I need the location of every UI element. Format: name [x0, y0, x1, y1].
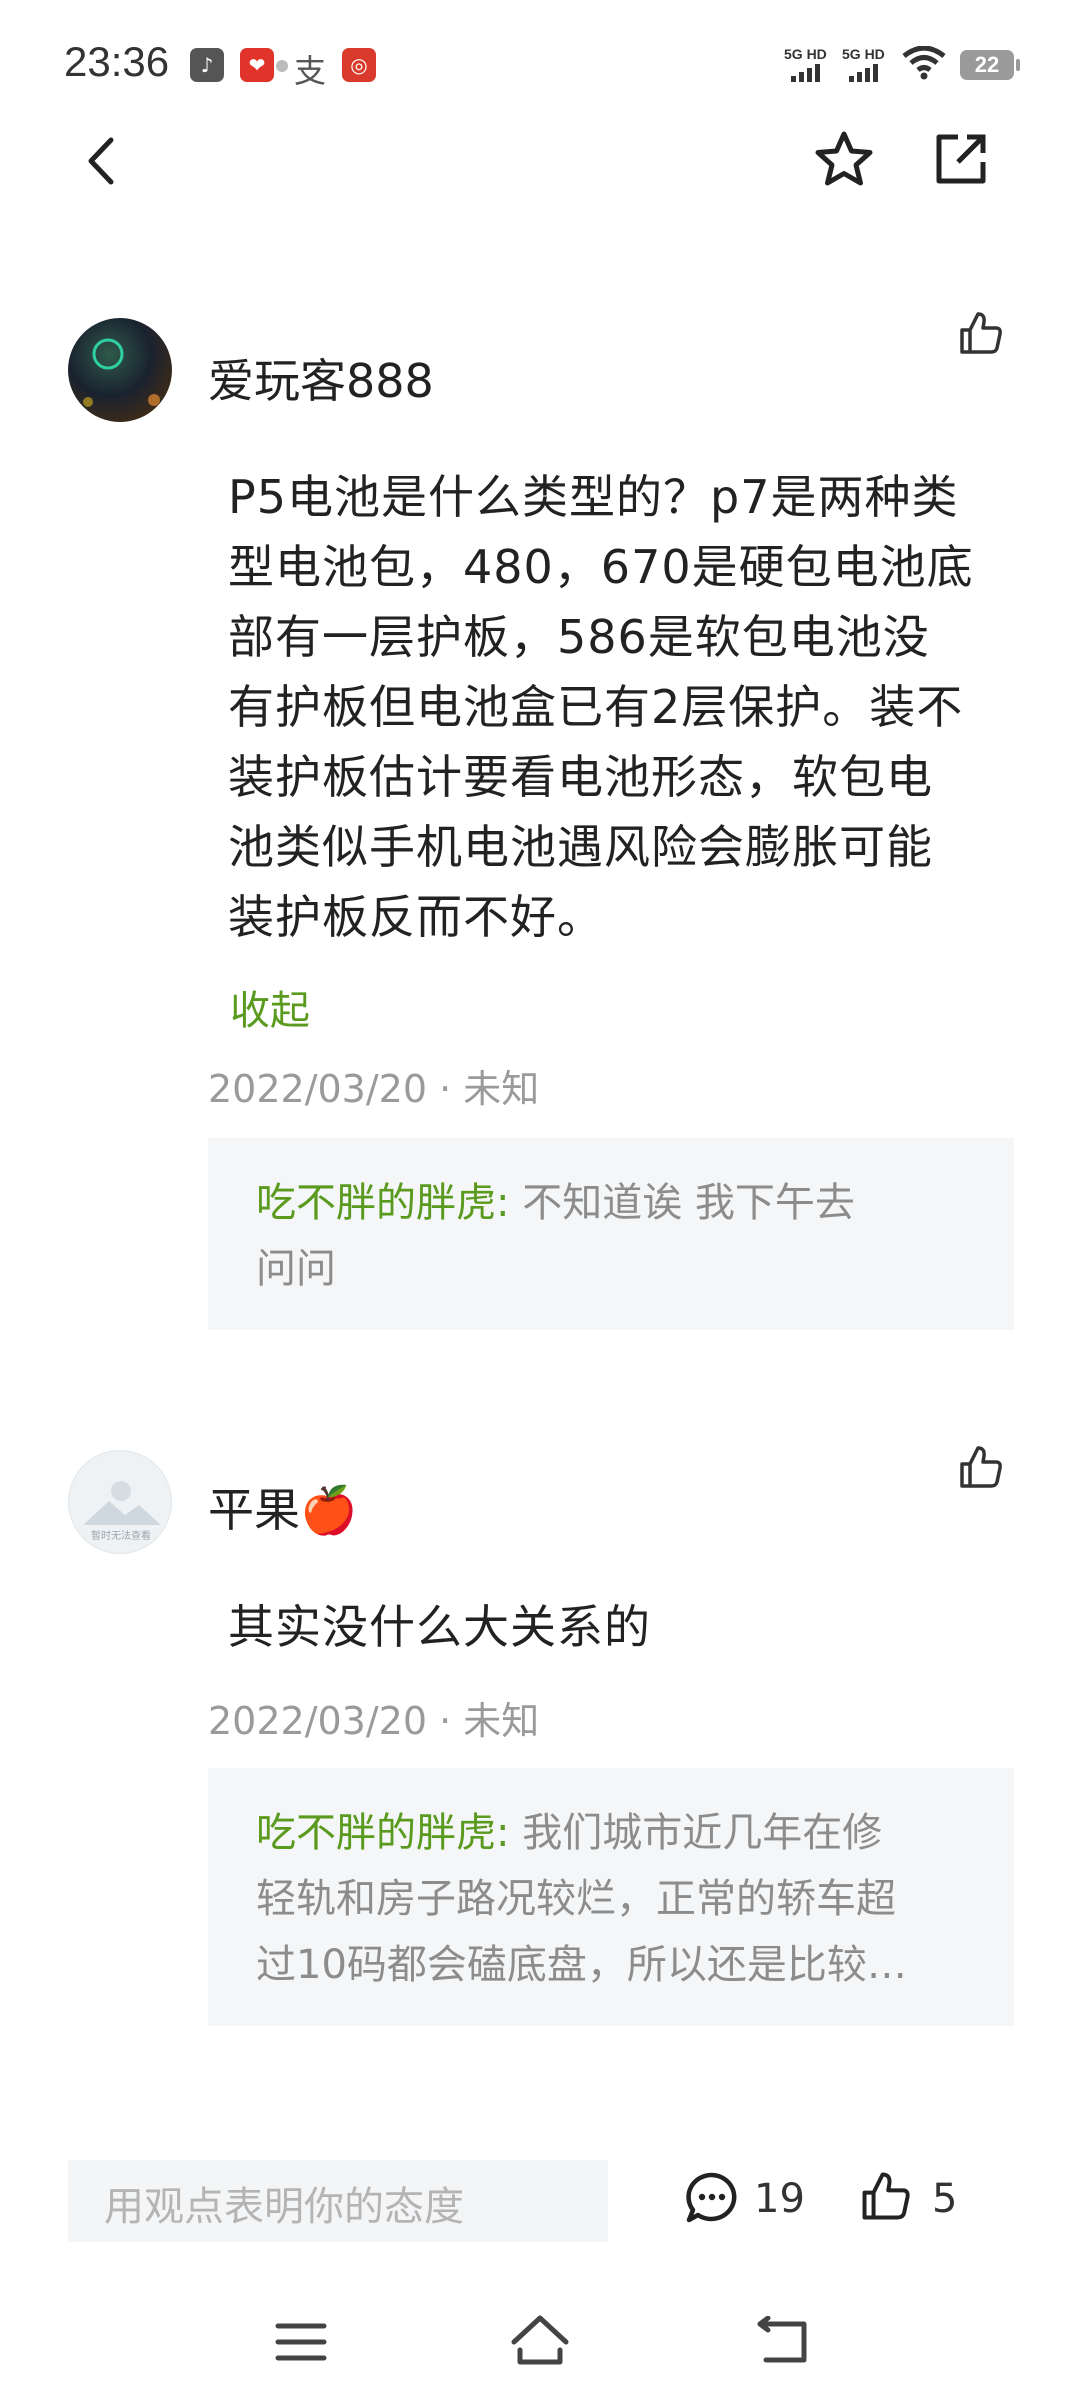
reply-content: 吃不胖的胖虎: 我们城市近几年在修 轻轨和房子路况较烂，正常的轿车超 过10码都…: [256, 1800, 996, 1998]
battery-indicator: 22: [960, 50, 1020, 80]
comment-text: P5电池是什么类型的？p7是两种类 型电池包，480，670是硬包电池底 部有一…: [228, 462, 1028, 952]
reply-box[interactable]: 吃不胖的胖虎: 我们城市近几年在修 轻轨和房子路况较烂，正常的轿车超 过10码都…: [208, 1768, 1014, 2026]
comment-count: 19: [754, 2176, 805, 2222]
avatar-image: [83, 338, 160, 407]
share-button[interactable]: [926, 124, 996, 194]
avatar[interactable]: [68, 318, 172, 422]
reply-box[interactable]: 吃不胖的胖虎: 不知道诶 我下午去 问问: [208, 1138, 1014, 1330]
reply-line: 吃不胖的胖虎: 不知道诶 我下午去: [256, 1170, 976, 1236]
comment-meta: 2022/03/20 · 未知: [208, 1699, 540, 1743]
comment-text: 其实没什么大关系的: [228, 1600, 651, 1654]
network-2-label: 5G HD: [842, 46, 885, 62]
favorite-button[interactable]: [809, 124, 879, 194]
reply-author[interactable]: 吃不胖的胖虎:: [256, 1810, 509, 1856]
reply-text: 不知道诶 我下午去: [509, 1180, 855, 1226]
comment-input-placeholder: 用观点表明你的态度: [104, 2184, 464, 2230]
chevron-left-icon: [88, 137, 114, 185]
alipay-icon: 支: [294, 52, 327, 90]
menu-icon[interactable]: [274, 2320, 328, 2364]
reply-line: 过10码都会磕底盘，所以还是比较…: [256, 1942, 907, 1988]
like-icon[interactable]: [860, 2170, 912, 2222]
comment-line: P5电池是什么类型的？p7是两种类: [228, 470, 959, 524]
status-time: 23:36: [64, 38, 170, 85]
reply-author[interactable]: 吃不胖的胖虎:: [256, 1180, 509, 1226]
avatar-caption: 暂时无法查看: [91, 1531, 151, 1542]
reply-line: 吃不胖的胖虎: 我们城市近几年在修: [256, 1800, 996, 1866]
comment-icon[interactable]: [684, 2170, 740, 2226]
like-comment-2-icon[interactable]: [958, 1444, 1004, 1490]
signal-2-icon: 5G HD: [842, 46, 885, 82]
comment-line: 型电池包，480，670是硬包电池底: [228, 540, 974, 594]
comment-meta: 2022/03/20 · 未知: [208, 1067, 540, 1111]
share-icon: [936, 134, 986, 184]
back-icon[interactable]: [754, 2316, 810, 2368]
network-1-label: 5G HD: [784, 46, 827, 62]
reply-content: 吃不胖的胖虎: 不知道诶 我下午去 问问: [256, 1170, 976, 1302]
username[interactable]: 爱玩客888: [208, 345, 434, 411]
home-icon[interactable]: [508, 2312, 572, 2368]
comment-line: 有护板但电池盒已有2层保护。装不: [228, 680, 964, 734]
reply-text: 我们城市近几年在修: [509, 1810, 883, 1856]
comment-line: 部有一层护板，586是软包电池没: [228, 610, 930, 664]
comment-line: 池类似手机电池遇风险会膨胀可能: [228, 820, 933, 874]
collapse-link[interactable]: 收起: [230, 978, 310, 1036]
signal-1-icon: 5G HD: [784, 46, 827, 82]
bank-app-icon: ◎: [342, 48, 376, 82]
avatar[interactable]: 暂时无法查看: [68, 1450, 172, 1554]
wifi-icon: [902, 46, 946, 80]
like-comment-1-icon[interactable]: [958, 310, 1004, 356]
like-count: 5: [932, 2176, 958, 2222]
comment-line: 装护板估计要看电池形态，软包电: [228, 750, 933, 804]
tiktok-icon: ♪: [190, 48, 224, 82]
username[interactable]: 平果🍎: [208, 1474, 357, 1540]
reply-line: 问问: [256, 1246, 336, 1292]
notification-dot-icon: [276, 60, 288, 72]
app-badge-icon: ❤: [240, 48, 274, 82]
back-button[interactable]: [66, 126, 136, 196]
reply-line: 轻轨和房子路况较烂，正常的轿车超: [256, 1876, 896, 1922]
comment-line: 装护板反而不好。: [228, 890, 604, 944]
star-outline-icon: [815, 131, 873, 186]
